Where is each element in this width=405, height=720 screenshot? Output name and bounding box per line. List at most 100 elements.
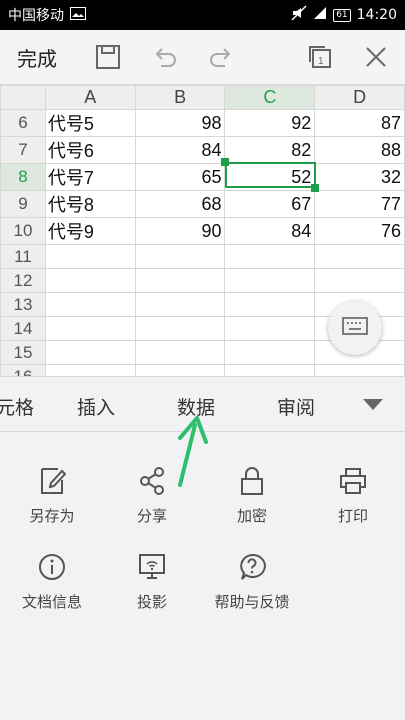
- carrier-name: 中国移动: [8, 8, 64, 24]
- done-button[interactable]: 完成: [17, 43, 77, 72]
- cell-a7[interactable]: 代号6: [44, 136, 136, 164]
- cell-d8[interactable]: 32: [314, 163, 405, 191]
- doc-info-button[interactable]: 文档信息: [7, 550, 97, 612]
- help-icon: [207, 550, 297, 584]
- cell-d16[interactable]: [314, 364, 405, 376]
- table-row: 16: [0, 364, 405, 376]
- save-as-label: 另存为: [29, 507, 75, 525]
- cell-c10[interactable]: 84: [224, 217, 316, 245]
- cell-a13[interactable]: [44, 292, 136, 317]
- save-as-button[interactable]: 另存为: [7, 464, 97, 526]
- cell-a9[interactable]: 代号8: [44, 190, 136, 218]
- table-row: 7 代号6 84 82 88: [0, 136, 405, 164]
- table-row: 10 代号9 90 84 76: [0, 217, 405, 245]
- lock-icon: [207, 464, 297, 498]
- cell-c6[interactable]: 92: [224, 109, 316, 137]
- cell-a10[interactable]: 代号9: [44, 217, 136, 245]
- cell-a6[interactable]: 代号5: [44, 109, 136, 137]
- cell-d10[interactable]: 76: [314, 217, 405, 245]
- cell-d7[interactable]: 88: [314, 136, 405, 164]
- window-switch-icon[interactable]: 1: [305, 42, 335, 72]
- cell-b7[interactable]: 84: [134, 136, 226, 164]
- cell-c12[interactable]: [224, 268, 316, 293]
- keyboard-icon: [342, 317, 368, 339]
- cell-d9[interactable]: 77: [314, 190, 405, 218]
- encrypt-label: 加密: [236, 507, 267, 525]
- cell-b9[interactable]: 68: [134, 190, 226, 218]
- help-feedback-button[interactable]: 帮助与反馈: [207, 550, 297, 612]
- top-toolbar: 完成 1: [0, 30, 405, 85]
- cell-b16[interactable]: [134, 364, 226, 376]
- row-header[interactable]: 9: [0, 190, 46, 218]
- column-header-d[interactable]: D: [314, 85, 405, 110]
- cell-b10[interactable]: 90: [134, 217, 226, 245]
- row-header[interactable]: 15: [0, 340, 46, 365]
- row-header[interactable]: 11: [0, 244, 46, 269]
- cell-b13[interactable]: [134, 292, 226, 317]
- column-header-b[interactable]: B: [134, 85, 226, 110]
- share-label: 分享: [136, 507, 167, 525]
- cell-b11[interactable]: [134, 244, 226, 269]
- cell-c9[interactable]: 67: [224, 190, 316, 218]
- projection-button[interactable]: 投影: [107, 550, 197, 612]
- encrypt-button[interactable]: 加密: [207, 464, 297, 526]
- save-icon[interactable]: [93, 42, 123, 72]
- cell-c14[interactable]: [224, 316, 316, 341]
- table-row: 12: [0, 268, 405, 293]
- row-header[interactable]: 12: [0, 268, 46, 293]
- keyboard-button[interactable]: [328, 301, 382, 355]
- status-bar: 中国移动 61 14:20: [0, 0, 405, 30]
- table-row: 6 代号5 98 92 87: [0, 109, 405, 137]
- column-header-c[interactable]: C: [224, 85, 316, 110]
- cell-a16[interactable]: [44, 364, 136, 376]
- cell-c15[interactable]: [224, 340, 316, 365]
- printer-icon: [308, 464, 398, 498]
- save-as-icon: [7, 464, 97, 498]
- cell-d12[interactable]: [314, 268, 405, 293]
- image-notification-icon: [70, 6, 86, 24]
- redo-icon[interactable]: [206, 42, 236, 72]
- cell-b12[interactable]: [134, 268, 226, 293]
- spreadsheet[interactable]: ABCD 6 代号5 98 92 87 7 代号6 84 82 88 8 代号7 65 52 32 9 代号8 6…: [0, 85, 405, 376]
- undo-icon[interactable]: [150, 42, 180, 72]
- cell-a8[interactable]: 代号7: [44, 163, 136, 191]
- cell-c16[interactable]: [224, 364, 316, 376]
- row-header[interactable]: 16: [0, 364, 46, 376]
- cell-b8[interactable]: 65: [134, 163, 226, 191]
- signal-icon: [313, 6, 327, 24]
- cell-c11[interactable]: [224, 244, 316, 269]
- projection-label: 投影: [136, 593, 167, 611]
- close-icon[interactable]: [361, 42, 391, 72]
- cell-d11[interactable]: [314, 244, 405, 269]
- tab-cell[interactable]: 元格: [0, 393, 34, 420]
- row-header[interactable]: 10: [0, 217, 46, 245]
- print-button[interactable]: 打印: [308, 464, 398, 526]
- selection-handle-top[interactable]: [221, 158, 229, 166]
- cell-a11[interactable]: [44, 244, 136, 269]
- annotation-arrow: [178, 416, 208, 487]
- battery-icon: 61: [333, 8, 351, 22]
- cell-a14[interactable]: [44, 316, 136, 341]
- cell-a15[interactable]: [44, 340, 136, 365]
- row-header[interactable]: 7: [0, 136, 46, 164]
- cell-a12[interactable]: [44, 268, 136, 293]
- tab-insert[interactable]: 插入: [77, 393, 115, 420]
- column-header-a[interactable]: A: [44, 85, 136, 110]
- selection-handle-bottom[interactable]: [311, 184, 319, 192]
- cell-c13[interactable]: [224, 292, 316, 317]
- projection-icon: [107, 550, 197, 584]
- table-row: 11: [0, 244, 405, 269]
- cell-b14[interactable]: [134, 316, 226, 341]
- chevron-down-icon[interactable]: [363, 399, 383, 410]
- cell-b6[interactable]: 98: [134, 109, 226, 137]
- cell-b15[interactable]: [134, 340, 226, 365]
- row-header[interactable]: 8: [0, 163, 46, 191]
- cell-c8[interactable]: 52: [224, 163, 316, 191]
- row-header[interactable]: 13: [0, 292, 46, 317]
- row-header[interactable]: 14: [0, 316, 46, 341]
- tab-review[interactable]: 审阅: [277, 393, 315, 420]
- corner-cell[interactable]: [0, 85, 46, 110]
- cell-c7[interactable]: 82: [224, 136, 316, 164]
- cell-d6[interactable]: 87: [314, 109, 405, 137]
- row-header[interactable]: 6: [0, 109, 46, 137]
